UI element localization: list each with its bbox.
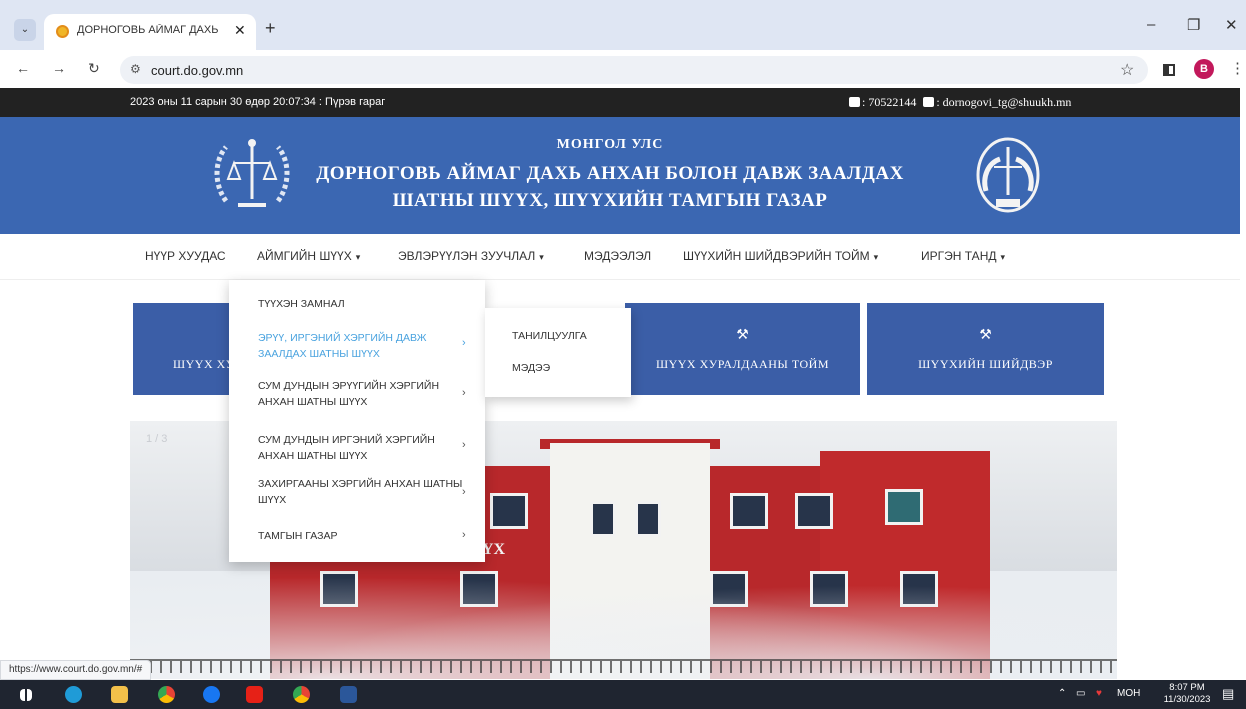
side-panel-icon[interactable] [1163, 64, 1175, 76]
dropdown-item-secretariat[interactable]: ТАМГЫН ГАЗАР [258, 528, 468, 544]
gavel-icon: ⚒ [736, 328, 749, 343]
building-window [885, 489, 923, 525]
tile-court-decision[interactable]: ⚒ ШҮҮХИЙН ШИЙДВЭР [867, 303, 1104, 395]
chevron-down-icon: ▾ [1000, 252, 1006, 262]
clock-time: 8:07 PM [1169, 682, 1205, 693]
building-sign: ҮХ [482, 541, 506, 558]
site-settings-icon[interactable]: ⚙ [130, 62, 141, 76]
court-dropdown-menu: ТҮҮХЭН ЗАМНАЛ ЭРҮҮ, ИРГЭНИЙ ХЭРГИЙН ДАВЖ… [229, 280, 485, 562]
file-explorer-icon[interactable] [111, 686, 128, 703]
info-topbar: 2023 оны 11 сарын 30 өдөр 20:07:34 : Пүр… [0, 88, 1240, 117]
chevron-right-icon: › [462, 486, 466, 498]
browser-toolbar: ← → ↻ ⚙ court.do.gov.mn ☆ B ⋮ [0, 50, 1246, 88]
chevron-right-icon: › [462, 387, 466, 399]
fence [130, 659, 1117, 673]
antivirus-icon[interactable]: ♥ [1096, 688, 1102, 699]
chevron-right-icon: › [462, 439, 466, 451]
profile-avatar[interactable]: B [1194, 59, 1214, 79]
chrome-alt-icon[interactable] [293, 686, 310, 703]
link-status-url: https://www.court.do.gov.mn/# [0, 660, 152, 680]
bookmark-star-icon[interactable]: ☆ [1120, 60, 1134, 80]
tray-chevron-up-icon[interactable]: ⌃ [1058, 688, 1066, 699]
chevron-down-icon: ▾ [539, 252, 544, 262]
address-bar[interactable]: ⚙ court.do.gov.mn ☆ [120, 56, 1148, 84]
court-emblem-left-icon[interactable] [212, 133, 292, 217]
dropdown-item-criminal-court[interactable]: СУМ ДУНДЫН ЭРҮҮГИЙН ХЭРГИЙН АНХАН ШАТНЫ … [258, 378, 468, 410]
contact-info: : 70522144 : dornogovi_tg@shuukh.mn [849, 95, 1071, 110]
nav-citizen[interactable]: ИРГЭН ТАНД ▾ [921, 249, 1005, 263]
dropdown-item-appeal-court[interactable]: ЭРҮҮ, ИРГЭНИЙ ХЭРГИЙН ДАВЖ ЗААЛДАХ ШАТНЫ… [258, 330, 468, 362]
close-tab-icon[interactable]: ✕ [234, 22, 246, 39]
word-icon[interactable] [340, 686, 357, 703]
network-icon[interactable]: ▭ [1076, 688, 1085, 699]
chevron-right-icon: › [462, 529, 466, 541]
banner-title-line2: ДОРНОГОВЬ АЙМАГ ДАХЬ АНХАН БОЛОН ДАВЖ ЗА… [316, 163, 904, 184]
clock-date: 11/30/2023 [1163, 694, 1211, 705]
building-window [590, 501, 616, 537]
tile-session-review[interactable]: ⚒ ШҮҮХ ХУРАЛДААНЫ ТОЙМ [625, 303, 860, 395]
new-tab-plus-icon[interactable]: + [265, 18, 276, 39]
submenu-item-news[interactable]: МЭДЭЭ [512, 362, 550, 374]
input-language[interactable]: МОН [1117, 688, 1140, 699]
tab-title: ДОРНОГОВЬ АЙМАГ ДАХЬ Ш… [77, 24, 221, 36]
building-window [635, 501, 661, 537]
chevron-down-icon: ▾ [873, 252, 879, 262]
nav-home[interactable]: НҮҮР ХУУДАС [145, 249, 226, 263]
building-window [730, 493, 768, 529]
reload-icon[interactable]: ↻ [88, 60, 100, 77]
back-arrow-icon[interactable]: ← [16, 60, 30, 76]
dropdown-item-admin-court[interactable]: ЗАХИРГААНЫ ХЭРГИЙН АНХАН ШАТНЫ ШҮҮХ [258, 476, 468, 508]
phone-number: : 70522144 [862, 95, 917, 109]
chevron-right-icon: › [462, 337, 466, 349]
windows-taskbar: ⌃ ▭ ♥ МОН 8:07 PM 11/30/2023 ▤ [0, 680, 1246, 709]
current-datetime: 2023 оны 11 сарын 30 өдөр 20:07:34 : Пүр… [130, 96, 386, 108]
nav-court[interactable]: АЙМГИЙН ШҮҮХ ▾ [257, 249, 360, 263]
mail-icon [923, 97, 935, 107]
main-navigation: НҮҮР ХУУДАС АЙМГИЙН ШҮҮХ ▾ ЭВЛЭРҮҮЛЭН ЗУУ… [0, 234, 1240, 280]
browser-tab-bar: ⌄ ДОРНОГОВЬ АЙМАГ ДАХЬ Ш… ✕ + – ❐ ✕ [0, 0, 1246, 50]
chrome-icon[interactable] [158, 686, 175, 703]
taskbar-clock[interactable]: 8:07 PM 11/30/2023 [1162, 682, 1212, 706]
start-menu-icon[interactable] [20, 689, 32, 701]
notification-icon[interactable]: ▤ [1222, 686, 1234, 702]
submenu-item-intro[interactable]: ТАНИЛЦУУЛГА [512, 330, 587, 342]
banner-title-line3: ШАТНЫ ШҮҮХ, ШҮҮХИЙН ТАМГЫН ГАЗАР [392, 190, 828, 211]
minimize-icon[interactable]: – [1147, 16, 1155, 33]
tile-label: ШҮҮХИЙН ШИЙДВЭР [918, 357, 1053, 371]
nav-decision-review[interactable]: ШҮҮХИЙН ШИЙДВЭРИЙН ТОЙМ ▾ [683, 249, 878, 263]
banner-title-country: МОНГОЛ УЛС [556, 137, 664, 152]
tab-search-chevron-icon[interactable]: ⌄ [14, 19, 36, 41]
tile-label: ШҮҮХ ХУРАЛДААНЫ ТОЙМ [655, 357, 830, 371]
building-window [490, 493, 528, 529]
email-address[interactable]: : dornogovi_tg@shuukh.mn [936, 95, 1071, 109]
site-banner: МОНГОЛ УЛС ДОРНОГОВЬ АЙМАГ ДАХЬ АНХАН БО… [0, 117, 1240, 234]
court-submenu: ТАНИЛЦУУЛГА МЭДЭЭ [485, 308, 631, 397]
slide-counter: 1 / 3 [146, 433, 168, 445]
site-favicon-icon [56, 25, 69, 38]
dropdown-item-history[interactable]: ТҮҮХЭН ЗАМНАЛ [258, 296, 468, 312]
court-emblem-right-icon[interactable] [968, 133, 1048, 217]
gavel-icon: ⚒ [979, 328, 992, 343]
phone-icon [849, 97, 860, 107]
forward-arrow-icon[interactable]: → [52, 60, 66, 76]
nav-info[interactable]: МЭДЭЭЛЭЛ [584, 249, 651, 263]
building-window [795, 493, 833, 529]
youtube-icon[interactable] [246, 686, 263, 703]
dropdown-item-civil-court[interactable]: СУМ ДУНДЫН ИРГЭНИЙ ХЭРГИЙН АНХАН ШАТНЫ Ш… [258, 432, 468, 464]
chevron-down-icon: ▾ [355, 252, 361, 262]
browser-menu-icon[interactable]: ⋮ [1230, 59, 1245, 77]
restore-icon[interactable]: ❐ [1187, 16, 1200, 34]
browser-tab[interactable]: ДОРНОГОВЬ АЙМАГ ДАХЬ Ш… ✕ [44, 14, 256, 50]
nav-guidance[interactable]: ЭВЛЭРҮҮЛЭН ЗУУЧЛАЛ ▾ [398, 249, 544, 263]
address-url[interactable]: court.do.gov.mn [151, 63, 243, 78]
close-window-icon[interactable]: ✕ [1225, 16, 1238, 34]
facebook-icon[interactable] [203, 686, 220, 703]
edge-icon[interactable] [65, 686, 82, 703]
